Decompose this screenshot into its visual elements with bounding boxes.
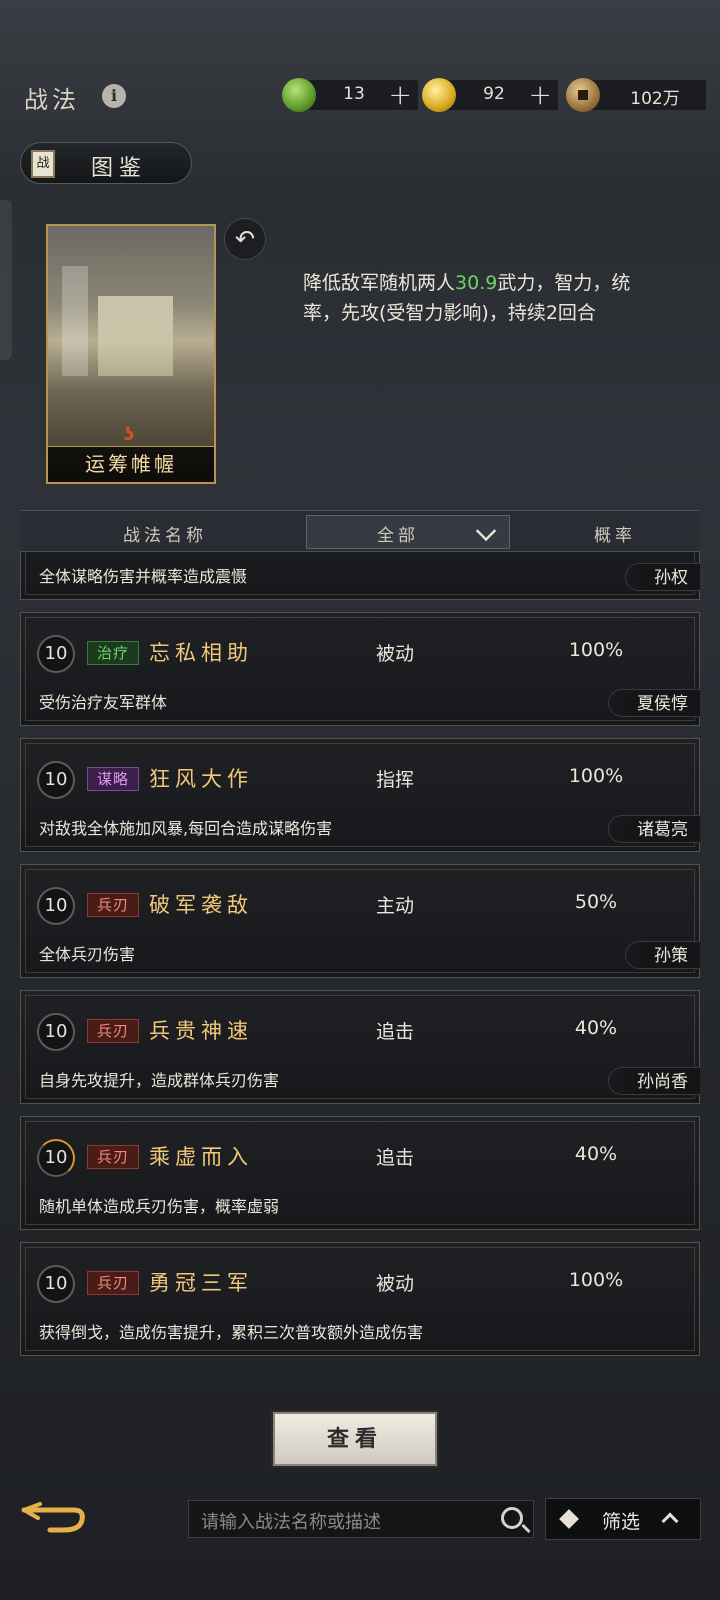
jade-icon <box>282 78 316 112</box>
reset-icon[interactable]: ↶ <box>224 218 266 260</box>
level-badge: 10 <box>37 887 75 925</box>
copper-count: 102万 <box>630 89 680 109</box>
row-hero: 孙权 <box>625 563 700 591</box>
search-input[interactable]: 请输入战法名称或描述 <box>188 1500 534 1538</box>
table-row[interactable]: 10 治疗 忘私相助 被动 100% 受伤治疗友军群体 夏侯惇 <box>20 612 700 726</box>
skill-type: 指挥 <box>376 769 415 791</box>
top-bar: 战法 i 13 + 92 + 102万 <box>0 72 720 120</box>
chevron-up-icon <box>661 1512 679 1530</box>
table-row[interactable]: 全体谋略伤害并概率造成震慑 孙权 <box>20 552 700 600</box>
level-badge: 10 <box>37 635 75 673</box>
skill-rate: 50% <box>574 891 618 913</box>
skill-type: 追击 <box>376 1147 415 1169</box>
row-description: 全体兵刃伤害 <box>39 945 136 964</box>
skill-tag: 兵刃 <box>87 1145 139 1169</box>
skill-name: 乘虚而入 <box>149 1145 253 1169</box>
desc-text-pre: 降低敌军随机两人 <box>303 272 456 294</box>
row-hero: 诸葛亮 <box>608 815 700 843</box>
skill-type: 主动 <box>376 895 415 917</box>
skill-name: 破军袭敌 <box>149 893 253 917</box>
skill-name: 忘私相助 <box>149 641 253 665</box>
side-drawer-handle[interactable] <box>0 200 12 360</box>
tujian-label: 图鉴 <box>91 156 148 181</box>
gold-resource: 92 + <box>422 78 558 112</box>
skill-tag: 兵刃 <box>87 893 139 917</box>
skill-type: 被动 <box>376 1273 415 1295</box>
copper-coin-icon <box>566 78 600 112</box>
card-quality-icon: ʖ <box>124 424 135 445</box>
search-placeholder: 请输入战法名称或描述 <box>201 1512 381 1533</box>
table-row[interactable]: 10 谋略 狂风大作 指挥 100% 对敌我全体施加风暴,每回合造成谋略伤害 诸… <box>20 738 700 852</box>
filter-button[interactable]: 筛选 <box>545 1498 701 1540</box>
skill-name: 勇冠三军 <box>149 1271 253 1295</box>
skill-tag: 谋略 <box>87 767 139 791</box>
copper-resource: 102万 <box>566 78 706 112</box>
skill-rate: 100% <box>568 765 624 787</box>
book-icon: 战 <box>31 150 55 178</box>
skill-list[interactable]: 全体谋略伤害并概率造成震慑 孙权 10 治疗 忘私相助 被动 100% 受伤治疗… <box>20 552 700 1370</box>
table-row[interactable]: 10 兵刃 兵贵神速 追击 40% 自身先攻提升，造成群体兵刃伤害 孙尚香 <box>20 990 700 1104</box>
skill-rate: 100% <box>568 639 624 661</box>
search-icon[interactable] <box>501 1507 523 1529</box>
skill-type: 追击 <box>376 1021 415 1043</box>
desc-highlight-value: 30.9 <box>455 272 498 294</box>
row-description: 自身先攻提升，造成群体兵刃伤害 <box>39 1071 280 1090</box>
skill-tag: 治疗 <box>87 641 139 665</box>
add-jade-button[interactable]: + <box>389 78 412 111</box>
back-arrow-icon[interactable] <box>20 1500 86 1540</box>
skill-name: 兵贵神速 <box>149 1019 253 1043</box>
level-badge: 10 <box>37 1265 75 1303</box>
skill-name: 狂风大作 <box>149 767 253 791</box>
filter-icon <box>559 1509 579 1529</box>
row-description: 对敌我全体施加风暴,每回合造成谋略伤害 <box>39 819 333 838</box>
type-filter-value: 全部 <box>377 526 419 546</box>
card-name: 运筹帷幄 <box>48 446 214 482</box>
skill-rate: 40% <box>574 1017 618 1039</box>
jade-count: 13 <box>343 84 365 104</box>
rate-column-header: 概率 <box>594 526 636 546</box>
featured-skill-card[interactable]: ʖ 运筹帷幄 <box>46 224 216 484</box>
filter-label: 筛选 <box>602 1511 641 1533</box>
page-title: 战法 <box>24 86 80 114</box>
skill-tag: 兵刃 <box>87 1019 139 1043</box>
gold-coin-icon <box>422 78 456 112</box>
skill-rate: 40% <box>574 1143 618 1165</box>
row-description: 获得倒戈，造成伤害提升，累积三次普攻额外造成伤害 <box>39 1323 424 1342</box>
name-column-header: 战法名称 <box>123 526 207 546</box>
skill-tag: 兵刃 <box>87 1271 139 1295</box>
row-description: 受伤治疗友军群体 <box>39 693 168 712</box>
row-description: 随机单体造成兵刃伤害，概率虚弱 <box>39 1197 280 1216</box>
table-row[interactable]: 10 兵刃 乘虚而入 追击 40% 随机单体造成兵刃伤害，概率虚弱 <box>20 1116 700 1230</box>
row-hero: 孙策 <box>625 941 700 969</box>
level-badge: 10 <box>37 1139 75 1177</box>
row-hero: 夏侯惇 <box>608 689 700 717</box>
jade-resource: 13 + <box>282 78 418 112</box>
view-button[interactable]: 查看 <box>273 1412 437 1466</box>
table-header: 战法名称 全部 概率 <box>20 510 700 552</box>
info-icon[interactable]: i <box>102 84 126 108</box>
type-filter-dropdown[interactable]: 全部 <box>306 515 510 549</box>
tujian-button[interactable]: 战 图鉴 <box>20 142 192 184</box>
skill-type: 被动 <box>376 643 415 665</box>
row-description: 全体谋略伤害并概率造成震慑 <box>39 567 248 586</box>
row-hero: 孙尚香 <box>608 1067 700 1095</box>
level-badge: 10 <box>37 1013 75 1051</box>
level-badge: 10 <box>37 761 75 799</box>
gold-count: 92 <box>483 84 505 104</box>
table-row[interactable]: 10 兵刃 破军袭敌 主动 50% 全体兵刃伤害 孙策 <box>20 864 700 978</box>
table-row[interactable]: 10 兵刃 勇冠三军 被动 100% 获得倒戈，造成伤害提升，累积三次普攻额外造… <box>20 1242 700 1356</box>
chevron-down-icon <box>475 520 497 542</box>
add-gold-button[interactable]: + <box>529 78 552 111</box>
skill-rate: 100% <box>568 1269 624 1291</box>
skill-description: 降低敌军随机两人30.9武力，智力，统率，先攻(受智力影响)，持续2回合 <box>303 268 653 328</box>
